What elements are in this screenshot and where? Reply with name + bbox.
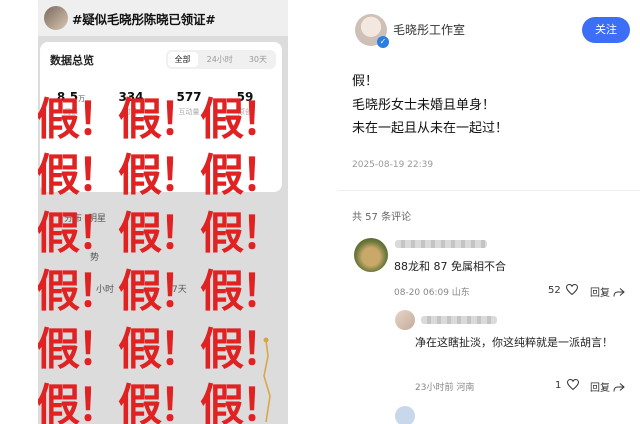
overlay-row: 假！假！假！ (38, 94, 285, 145)
post-line: 假！ (352, 74, 379, 89)
comment-text: 净在这瞎扯淡，你这纯粹就是一派胡言！ (415, 336, 613, 349)
range-tabs: 全部 24小时 30天 (165, 50, 276, 69)
comment-meta: 23小时前 河南 (415, 383, 475, 393)
overlay-row: 假！假！假！ (38, 380, 285, 424)
share-icon (613, 383, 625, 392)
comment-text: 88龙和 87 免属相不合 (394, 260, 506, 273)
post-line: 未在一起且从未在一起过！ (352, 121, 509, 136)
topic-avatar (44, 6, 68, 30)
screenshot-panel: #疑似毛晓彤陈晓已领证# 数据总览 全部 24小时 30天 8.5万 阅读 33… (38, 0, 288, 424)
comment-count: 共 57 条评论 (352, 212, 412, 223)
heart-icon (565, 284, 578, 295)
share-icon (613, 288, 625, 297)
post-timestamp: 2025-08-19 22:39 (352, 160, 434, 170)
trend-line-icon (263, 337, 271, 423)
author-name[interactable]: 毛晓彤工作室 (393, 21, 465, 38)
card-title: 数据总览 (50, 54, 94, 67)
overlay-row: 假！假！假！ (38, 208, 285, 259)
follow-button[interactable]: 关注 (582, 17, 630, 43)
comment-meta: 08-20 06:09 山东 (394, 288, 470, 298)
like-count: 1 (555, 380, 562, 391)
commenter-avatar[interactable] (354, 238, 388, 272)
weibo-post: ✓ 毛晓彤工作室 关注 假！ 毛晓彤女士未婚且单身！ 未在一起且从未在一起过！ … (337, 0, 640, 424)
topic-title: #疑似毛晓彤陈晓已领证# (72, 11, 216, 27)
heart-icon (566, 379, 579, 390)
divider (337, 190, 640, 191)
tab-all[interactable]: 全部 (167, 52, 198, 67)
reply-button[interactable]: 回复 (590, 284, 627, 299)
reply-label: 回复 (590, 383, 610, 394)
verified-icon: ✓ (377, 36, 389, 48)
tab-30d[interactable]: 30天 (242, 52, 274, 67)
commenter-name[interactable] (395, 240, 487, 248)
reply-label: 回复 (590, 288, 610, 299)
commenter-name[interactable] (421, 316, 497, 324)
overlay-row: 假！假！假！ (38, 150, 285, 201)
commenter-avatar[interactable] (395, 406, 415, 424)
overlay-row: 假！假！假！ (38, 324, 285, 375)
post-line: 毛晓彤女士未婚且单身！ (352, 98, 496, 113)
reply-button[interactable]: 回复 (590, 379, 627, 394)
like-button[interactable]: 52 (548, 284, 578, 296)
tab-24h[interactable]: 24小时 (200, 52, 240, 67)
commenter-avatar[interactable] (395, 310, 415, 330)
overlay-row: 假！假！假！ (38, 266, 285, 317)
like-count: 52 (548, 285, 561, 296)
like-button[interactable]: 1 (555, 379, 579, 391)
topic-header: #疑似毛晓彤陈晓已领证# (38, 0, 288, 36)
